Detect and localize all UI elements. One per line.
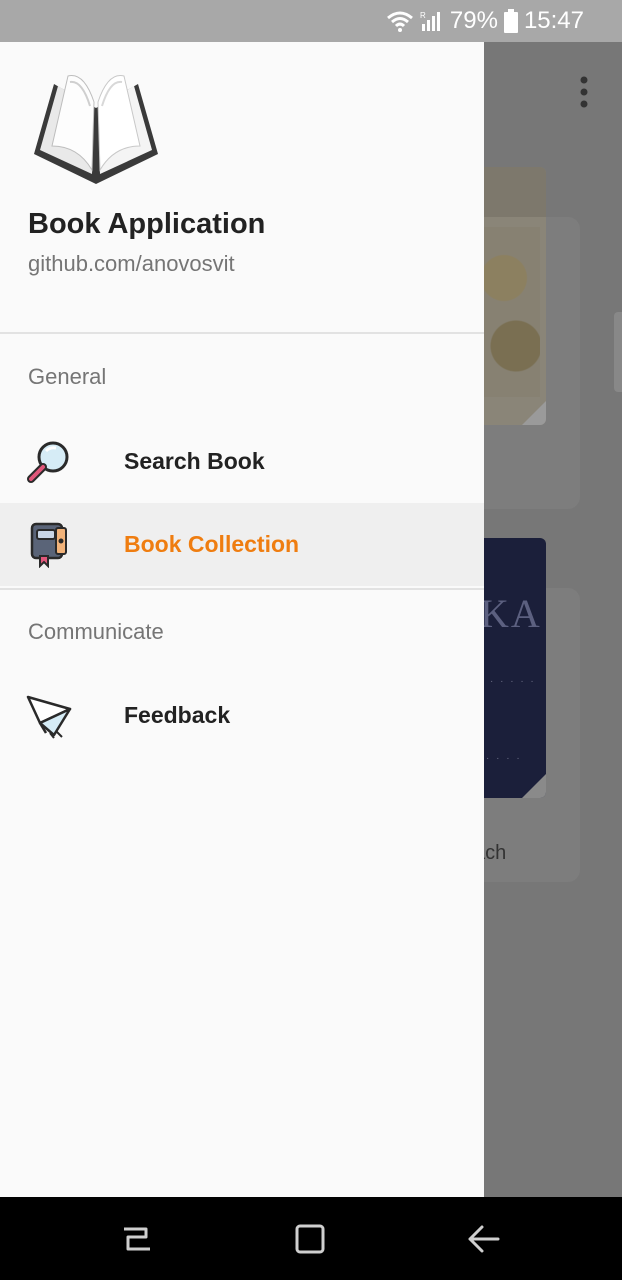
svg-text:R: R — [420, 11, 426, 20]
section-title-communicate: Communicate — [28, 619, 164, 644]
app-title: Book Application — [28, 208, 266, 240]
menu-item-feedback[interactable]: Feedback — [0, 674, 484, 757]
battery-icon — [503, 9, 518, 33]
notebook-icon — [26, 522, 72, 568]
open-book-icon — [28, 62, 164, 190]
menu-item-label: Search Book — [124, 448, 265, 474]
paper-plane-icon — [26, 693, 72, 739]
battery-percent: 79% — [449, 7, 498, 34]
menu-item-search-book[interactable]: Search Book — [0, 420, 484, 503]
app-subtitle: github.com/anovosvit — [28, 251, 235, 276]
status-bar: R 79% 15:47 — [0, 0, 622, 42]
menu-item-book-collection[interactable]: Book Collection — [0, 503, 484, 586]
more-vert-icon[interactable] — [572, 74, 596, 110]
menu-item-label: Book Collection — [124, 531, 300, 557]
navigation-drawer: Book Application github.com/anovosvit Ge… — [0, 42, 484, 1197]
scrollbar[interactable] — [614, 312, 622, 392]
drawer-header: Book Application github.com/anovosvit — [0, 42, 484, 332]
clock: 15:47 — [523, 7, 584, 34]
signal-icon: R — [420, 10, 444, 32]
wifi-icon — [386, 10, 414, 32]
section-title-general: General — [28, 364, 107, 389]
recents-icon[interactable] — [118, 1221, 154, 1257]
home-icon[interactable] — [292, 1221, 328, 1257]
magnifier-icon — [26, 439, 72, 485]
menu-item-label: Feedback — [124, 702, 231, 728]
back-icon[interactable] — [466, 1221, 502, 1257]
cover-title-text: KA — [480, 591, 542, 636]
system-navigation-bar — [0, 1197, 622, 1280]
